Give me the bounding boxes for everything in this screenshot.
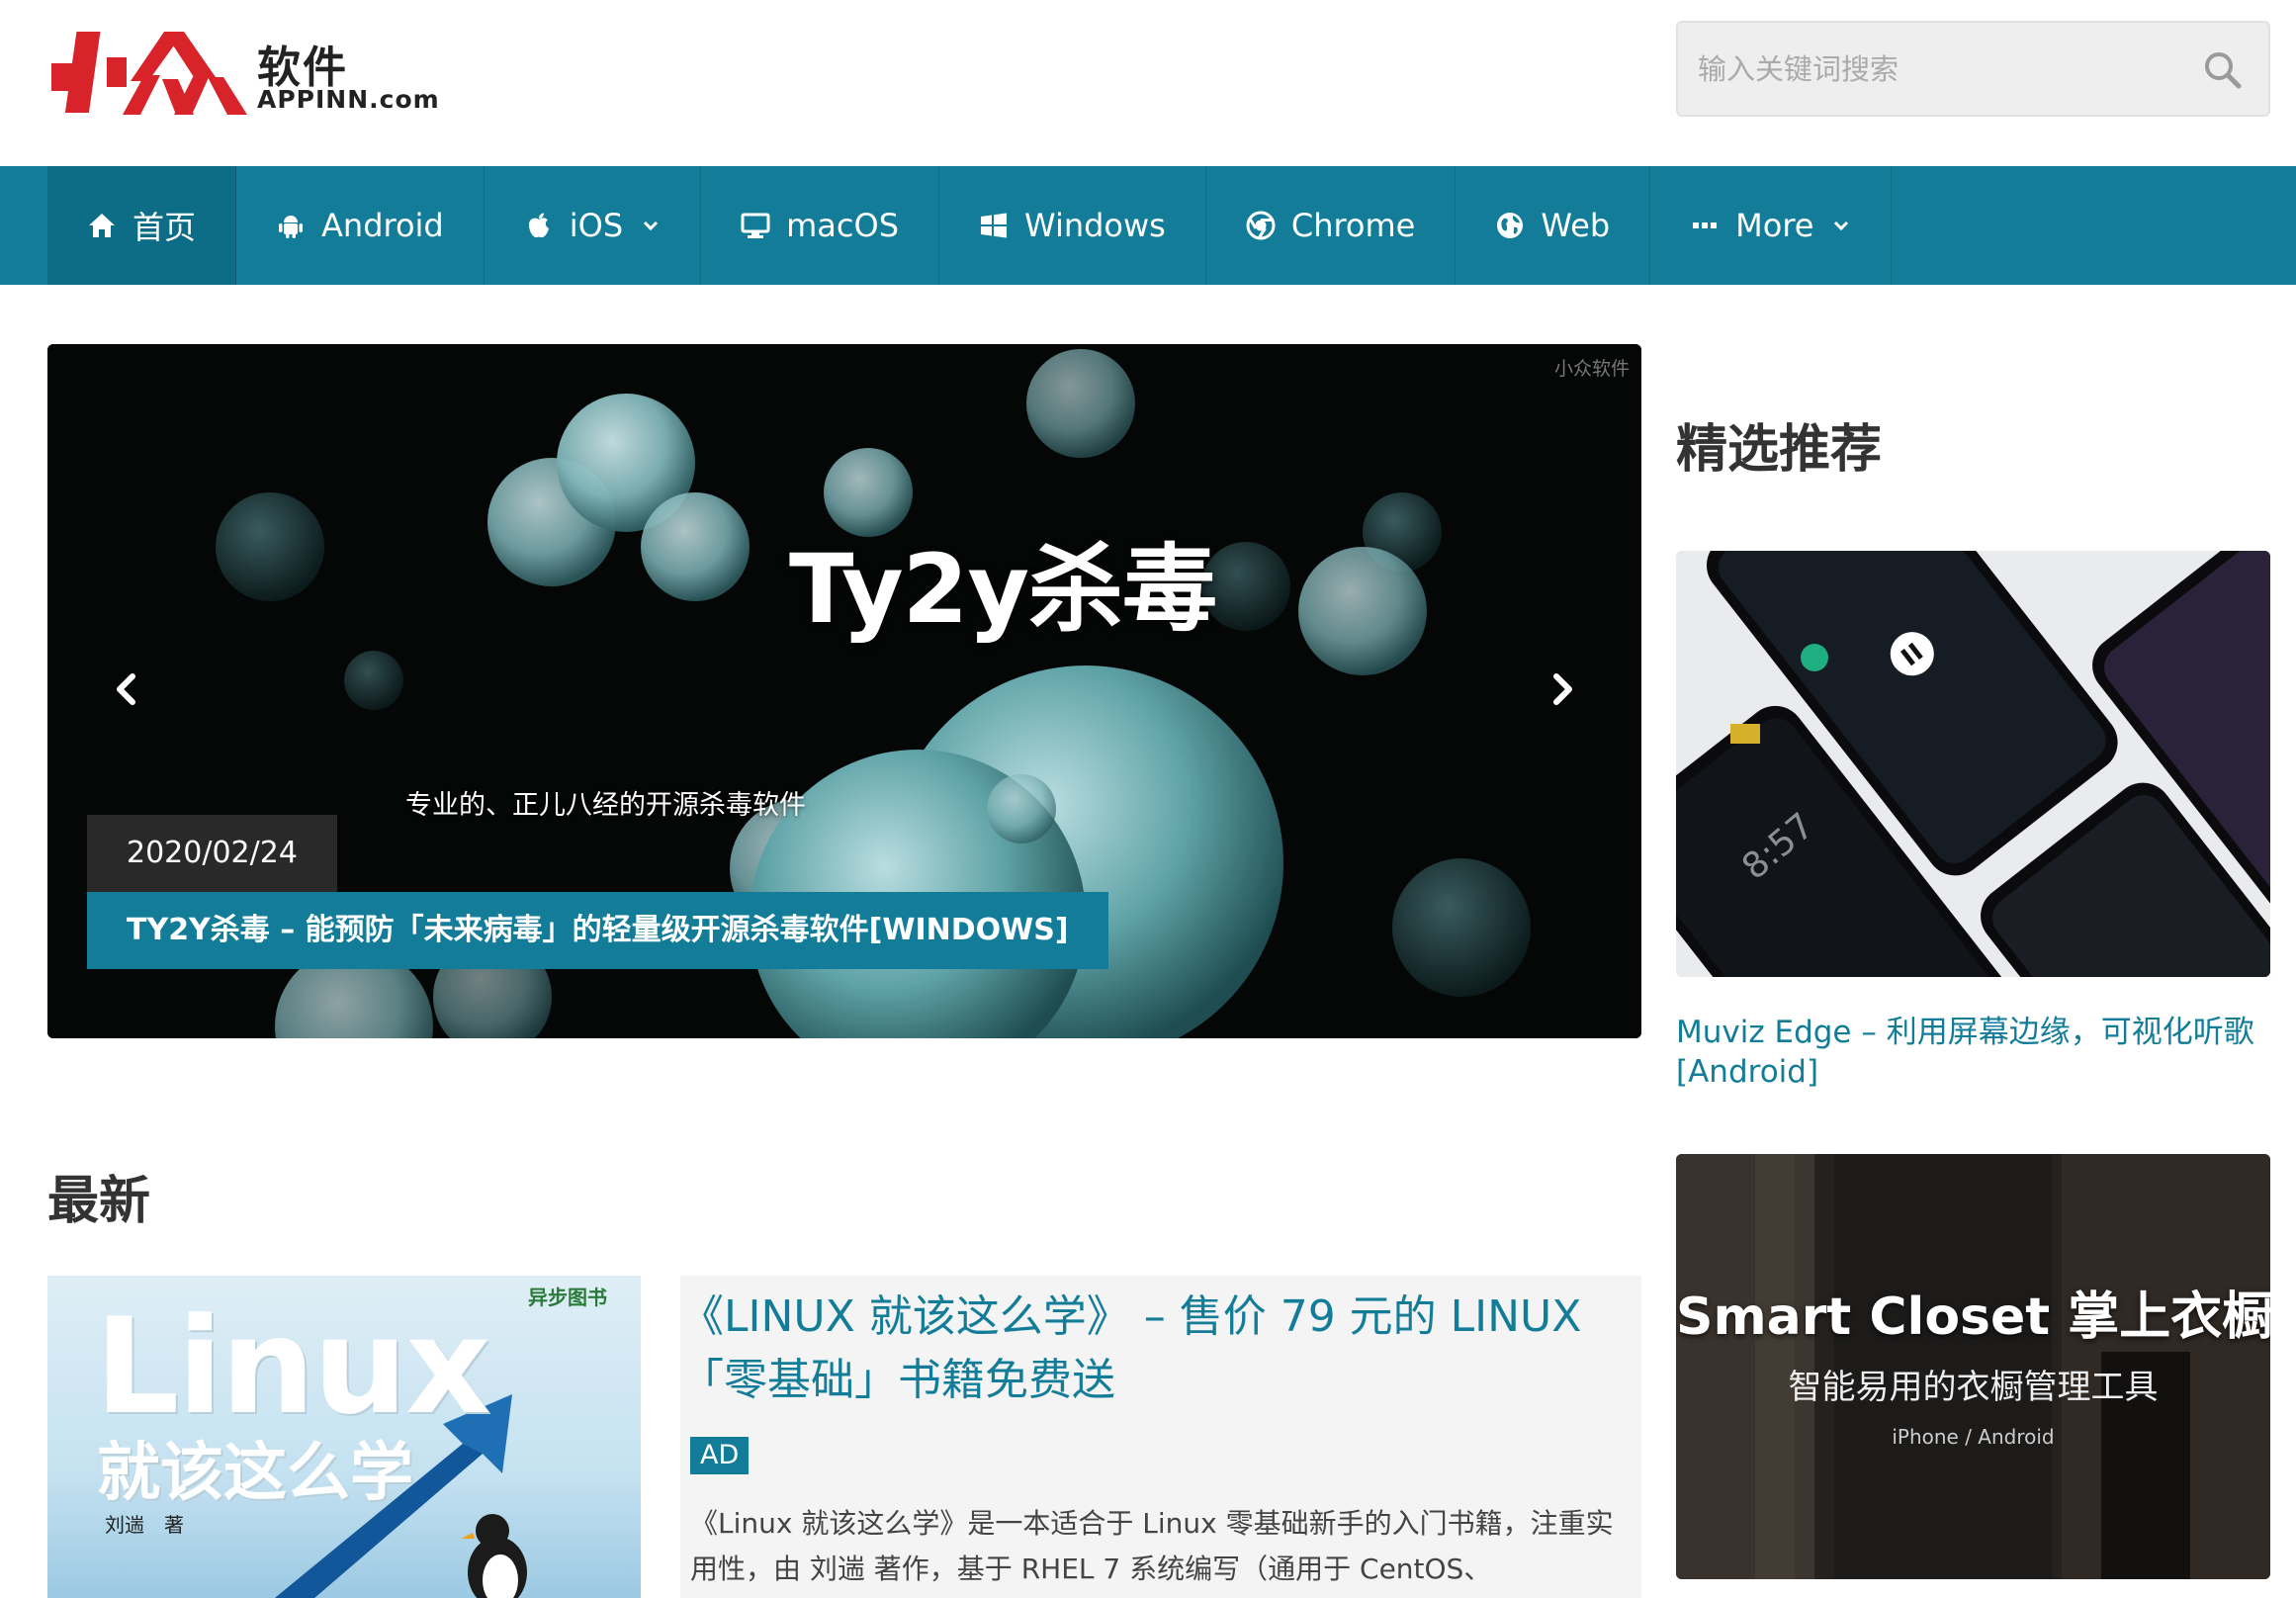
nav-item-ios[interactable]: iOS — [485, 166, 702, 285]
book-subtitle: 就该这么学 — [97, 1437, 413, 1510]
slide-date: 2020/02/24 — [87, 815, 337, 892]
nav-item-android[interactable]: Android — [236, 166, 485, 285]
nav-label: Windows — [1024, 207, 1166, 244]
nav-item-macos[interactable]: macOS — [701, 166, 939, 285]
closet-platform: iPhone / Android — [1892, 1425, 2055, 1449]
featured-image-muviz[interactable]: 8:57 — [1676, 551, 2270, 977]
featured-image-smart-closet[interactable]: Smart Closet 掌上衣橱 智能易用的衣橱管理工具 iPhone / A… — [1676, 1154, 2270, 1579]
logo-mark-icon — [51, 32, 247, 115]
home-icon — [89, 214, 115, 237]
nav-label: More — [1735, 207, 1814, 244]
search-icon[interactable] — [2203, 50, 2243, 90]
book-title: Linux — [95, 1289, 491, 1444]
nav-label: 首页 — [132, 209, 197, 246]
post-thumbnail[interactable]: Linux 就该这么学 刘遄 著 异步图书 — [47, 1276, 641, 1598]
main-nav: 首页 Android iOS macOS Windows Chrome Web … — [0, 166, 2296, 285]
chrome-icon — [1246, 211, 1276, 240]
featured-heading: 精选推荐 — [1676, 420, 1883, 480]
closet-heading: Smart Closet 掌上衣橱 — [1676, 1287, 2270, 1347]
featured-slider[interactable]: 小众软件 Ty2y杀毒 专业的、正儿八经的开源杀毒软件 2020/02/24 T… — [47, 344, 1641, 1038]
nav-label: Chrome — [1290, 207, 1416, 244]
site-logo[interactable]: 软件 APPINN.com — [45, 28, 441, 119]
closet-subheading: 智能易用的衣橱管理工具 — [1788, 1368, 2159, 1407]
slide-watermark: 小众软件 — [1553, 358, 1630, 380]
nav-item-more[interactable]: More — [1650, 166, 1893, 285]
desktop-icon — [741, 213, 770, 238]
chevron-left-icon[interactable] — [105, 666, 150, 712]
nav-item-home[interactable]: 首页 — [47, 166, 237, 285]
nav-label: Android — [321, 207, 444, 244]
android-icon — [279, 216, 304, 238]
windows-icon — [981, 213, 1007, 238]
latest-heading: 最新 — [47, 1172, 151, 1231]
nav-label: iOS — [569, 207, 624, 244]
apple-icon — [528, 213, 549, 238]
slide-title-link[interactable]: TY2Y杀毒 – 能预防「未来病毒」的轻量级开源杀毒软件[WINDOWS] — [87, 892, 1108, 969]
book-author: 刘遄 著 — [105, 1513, 184, 1537]
search-input[interactable] — [1678, 23, 2192, 115]
post-title-link[interactable]: 《LINUX 就该这么学》 – 售价 79 元的 LINUX 「零基础」书籍免费… — [680, 1286, 1641, 1412]
chevron-down-icon — [1834, 221, 1849, 231]
post-excerpt: 《Linux 就该这么学》是一本适合于 Linux 零基础新手的入门书籍，注重实… — [690, 1507, 1614, 1585]
ellipsis-icon — [1693, 222, 1718, 228]
chevron-down-icon — [644, 221, 659, 231]
nav-label: Web — [1541, 207, 1611, 244]
slide-subheading: 专业的、正儿八经的开源杀毒软件 — [405, 790, 806, 821]
logo-text-en: APPINN.com — [257, 85, 440, 114]
search-box — [1676, 21, 2270, 117]
ad-badge: AD — [690, 1437, 750, 1474]
nav-item-chrome[interactable]: Chrome — [1206, 166, 1457, 285]
nav-item-windows[interactable]: Windows — [939, 166, 1206, 285]
nav-item-web[interactable]: Web — [1456, 166, 1651, 285]
phones-illustration: 8:57 — [1676, 551, 2270, 977]
slide-heading: Ty2y杀毒 — [789, 534, 1217, 645]
site-header: 软件 APPINN.com — [0, 0, 2296, 166]
featured-title-link[interactable]: Muviz Edge – 利用屏幕边缘，可视化听歌 [Android] — [1676, 1013, 2270, 1092]
post-card: 《LINUX 就该这么学》 – 售价 79 元的 LINUX 「零基础」书籍免费… — [680, 1276, 1641, 1598]
book-publisher: 异步图书 — [528, 1286, 607, 1309]
chevron-right-icon[interactable] — [1539, 666, 1584, 712]
nav-label: macOS — [786, 207, 899, 244]
globe-icon — [1497, 213, 1524, 238]
